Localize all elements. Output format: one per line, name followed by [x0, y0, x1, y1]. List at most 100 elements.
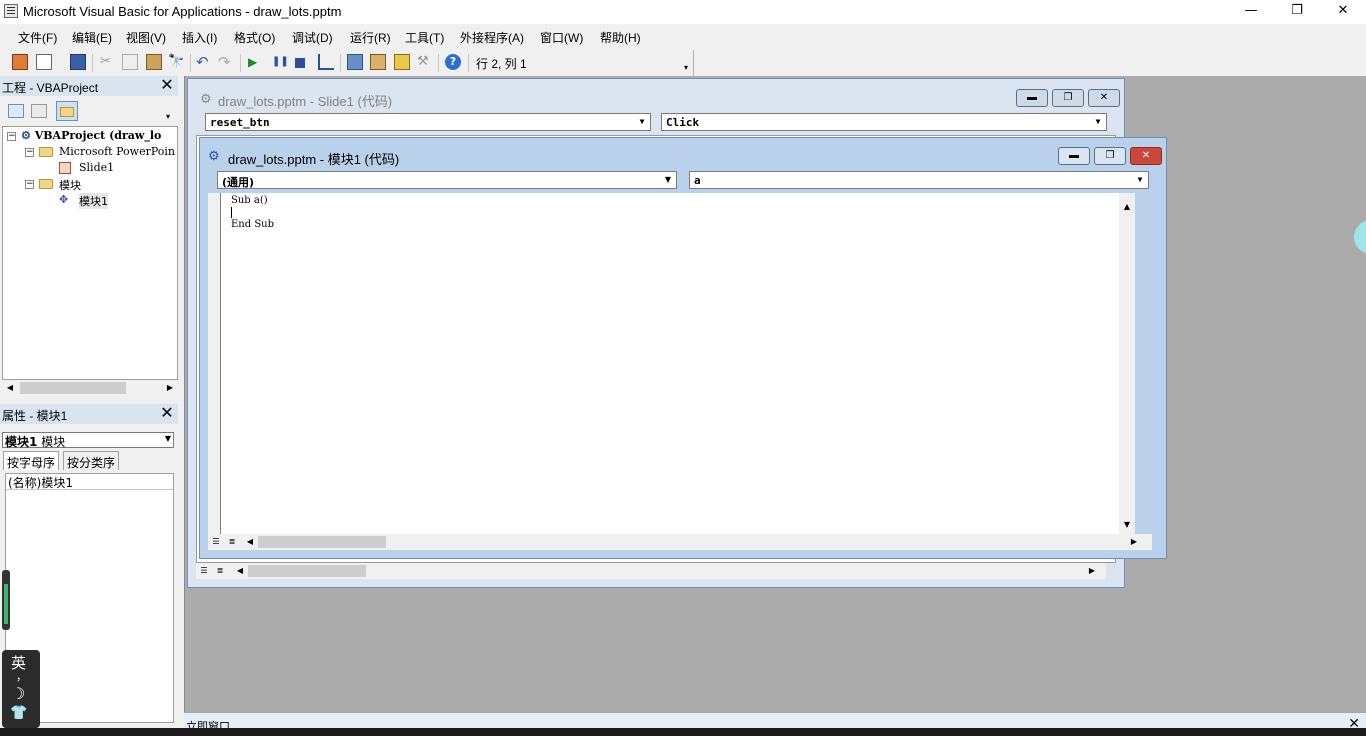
- collapse-toggle-icon[interactable]: −: [25, 180, 34, 189]
- property-row-name[interactable]: (名称)模块1: [6, 474, 173, 490]
- view-code-icon[interactable]: [8, 104, 24, 118]
- object-browser-icon[interactable]: [394, 54, 410, 70]
- moon-icon[interactable]: ☽: [11, 684, 25, 703]
- help-icon[interactable]: ?: [445, 54, 461, 70]
- full-module-view-icon[interactable]: ≣: [212, 563, 228, 579]
- cut-icon[interactable]: ✂: [100, 54, 116, 70]
- menu-debug[interactable]: 调试(D): [292, 29, 333, 46]
- menu-run[interactable]: 运行(R): [350, 29, 391, 46]
- collapse-toggle-icon[interactable]: −: [7, 132, 16, 141]
- slide1-object-combo[interactable]: reset_btn ▼: [205, 113, 651, 131]
- module1-close-button[interactable]: ✕: [1130, 147, 1162, 165]
- menu-file[interactable]: 文件(F): [18, 29, 57, 46]
- menu-insert[interactable]: 插入(I): [182, 29, 217, 46]
- scroll-left-icon[interactable]: ◀: [242, 534, 258, 550]
- menu-tools[interactable]: 工具(T): [405, 29, 444, 46]
- margin-indicator-bar[interactable]: [208, 193, 220, 534]
- slide1-procedure-combo[interactable]: Click ▼: [661, 113, 1107, 131]
- project-pane-close-icon[interactable]: ✕: [159, 77, 175, 94]
- tree-node-modules[interactable]: 模块: [59, 177, 81, 193]
- procedure-view-icon[interactable]: ☰: [196, 563, 212, 579]
- menu-format[interactable]: 格式(O): [234, 29, 275, 46]
- scroll-thumb[interactable]: [248, 565, 366, 577]
- tree-node-module1[interactable]: 模块1: [79, 193, 108, 209]
- view-object-icon[interactable]: [31, 104, 47, 118]
- tree-node-ppt-objects[interactable]: Microsoft PowerPoin: [59, 145, 175, 158]
- vbaproject-icon: ⚙: [21, 129, 31, 142]
- scroll-right-icon[interactable]: ▶: [1126, 534, 1142, 550]
- scroll-down-icon[interactable]: ▼: [1119, 517, 1135, 533]
- scroll-right-icon[interactable]: ▶: [1084, 563, 1100, 579]
- module1-code-window: ⚙ draw_lots.pptm - 模块1 (代码) ▬ ❐ ✕ (通用) ▼…: [199, 137, 1167, 559]
- tree-node-slide1[interactable]: Slide1: [79, 161, 114, 174]
- slide1-restore-button[interactable]: ❐: [1052, 89, 1084, 107]
- redo-icon[interactable]: ↷: [218, 54, 234, 70]
- scroll-right-icon[interactable]: ▶: [162, 380, 178, 396]
- pane-toolbar-overflow-icon[interactable]: ▾: [166, 102, 176, 122]
- module1-window-titlebar[interactable]: ⚙ draw_lots.pptm - 模块1 (代码) ▬ ❐ ✕: [200, 138, 1166, 168]
- collapse-toggle-icon[interactable]: −: [25, 148, 34, 157]
- toolbar-separator: [340, 54, 341, 72]
- copy-icon[interactable]: [122, 54, 138, 70]
- menu-view[interactable]: 视图(V): [126, 29, 166, 46]
- scroll-thumb[interactable]: [20, 382, 126, 394]
- menu-window[interactable]: 窗口(W): [540, 29, 583, 46]
- full-module-view-icon[interactable]: ≣: [224, 534, 240, 550]
- menu-edit[interactable]: 编辑(E): [72, 29, 112, 46]
- properties-pane-close-icon[interactable]: ✕: [159, 405, 175, 422]
- module1-window-title: draw_lots.pptm - 模块1 (代码): [228, 152, 400, 167]
- undo-icon[interactable]: ↶: [196, 54, 212, 70]
- chevron-down-icon: ▼: [639, 117, 645, 126]
- scroll-left-icon[interactable]: ◀: [232, 563, 248, 579]
- restore-button[interactable]: ❐: [1274, 0, 1320, 24]
- side-slider-handle[interactable]: [2, 570, 10, 630]
- code-window-icon: ⚙: [200, 91, 212, 106]
- code-line-3: End Sub: [231, 219, 275, 230]
- run-icon[interactable]: ▶: [248, 54, 264, 70]
- toolbar-overflow-icon[interactable]: ▾: [684, 54, 692, 72]
- reset-icon[interactable]: [295, 58, 305, 68]
- ime-punctuation-toggle[interactable]: ，: [16, 668, 27, 684]
- floating-assistant-bubble[interactable]: [1354, 220, 1366, 254]
- break-icon[interactable]: ❚❚: [272, 54, 289, 70]
- module1-hscrollbar[interactable]: ☰ ≣ ◀ ▶: [208, 534, 1152, 550]
- folder-icon: [39, 147, 53, 157]
- scroll-up-icon[interactable]: ▲: [1119, 199, 1135, 215]
- module1-code-editor[interactable]: Sub a() End Sub ▲ ▼: [220, 193, 1135, 534]
- scroll-left-icon[interactable]: ◀: [2, 380, 18, 396]
- project-tree-hscrollbar[interactable]: ◀ ▶: [2, 380, 178, 396]
- menu-addins[interactable]: 外接程序(A): [460, 29, 524, 46]
- toggle-folders-icon[interactable]: [56, 101, 78, 121]
- tab-categorized[interactable]: 按分类序: [63, 451, 120, 470]
- design-mode-icon[interactable]: [318, 54, 334, 70]
- paste-icon[interactable]: [146, 54, 162, 70]
- module1-minimize-button[interactable]: ▬: [1058, 147, 1090, 165]
- find-icon[interactable]: 🔭: [168, 54, 184, 70]
- properties-object-select[interactable]: 模块1 模块 ▼: [2, 432, 174, 449]
- slide1-minimize-button[interactable]: ▬: [1016, 89, 1048, 107]
- properties-window-icon[interactable]: [370, 54, 386, 70]
- tree-node-label: VBAProject (draw_lo: [34, 129, 162, 142]
- insert-module-icon[interactable]: [36, 54, 52, 70]
- minimize-button[interactable]: —: [1228, 0, 1274, 24]
- menu-help[interactable]: 帮助(H): [600, 29, 641, 46]
- folder-icon: [39, 179, 53, 189]
- slide1-window-titlebar[interactable]: ⚙ draw_lots.pptm - Slide1 (代码) ▬ ❐ ✕: [188, 79, 1124, 109]
- slide1-hscrollbar[interactable]: ☰ ≣ ◀ ▶: [196, 563, 1106, 579]
- close-button[interactable]: ✕: [1320, 0, 1366, 24]
- tab-alphabetic[interactable]: 按字母序: [3, 451, 60, 470]
- module1-vscrollbar[interactable]: ▲ ▼: [1119, 193, 1135, 534]
- properties-tabs: 按字母序 按分类序: [3, 451, 175, 471]
- toolbox-icon[interactable]: ⚒: [417, 54, 433, 70]
- view-powerpoint-icon[interactable]: [12, 54, 28, 70]
- slide1-close-button[interactable]: ✕: [1088, 89, 1120, 107]
- save-icon[interactable]: [70, 54, 86, 70]
- module1-object-combo[interactable]: (通用) ▼: [217, 171, 677, 189]
- scroll-thumb[interactable]: [258, 536, 386, 548]
- tree-node-vbaproject[interactable]: ⚙ VBAProject (draw_lo: [21, 129, 161, 142]
- module1-restore-button[interactable]: ❐: [1094, 147, 1126, 165]
- project-explorer-icon[interactable]: [347, 54, 363, 70]
- skin-icon[interactable]: 👕: [10, 705, 27, 721]
- procedure-view-icon[interactable]: ☰: [208, 534, 224, 550]
- module1-procedure-combo[interactable]: a ▼: [689, 171, 1149, 189]
